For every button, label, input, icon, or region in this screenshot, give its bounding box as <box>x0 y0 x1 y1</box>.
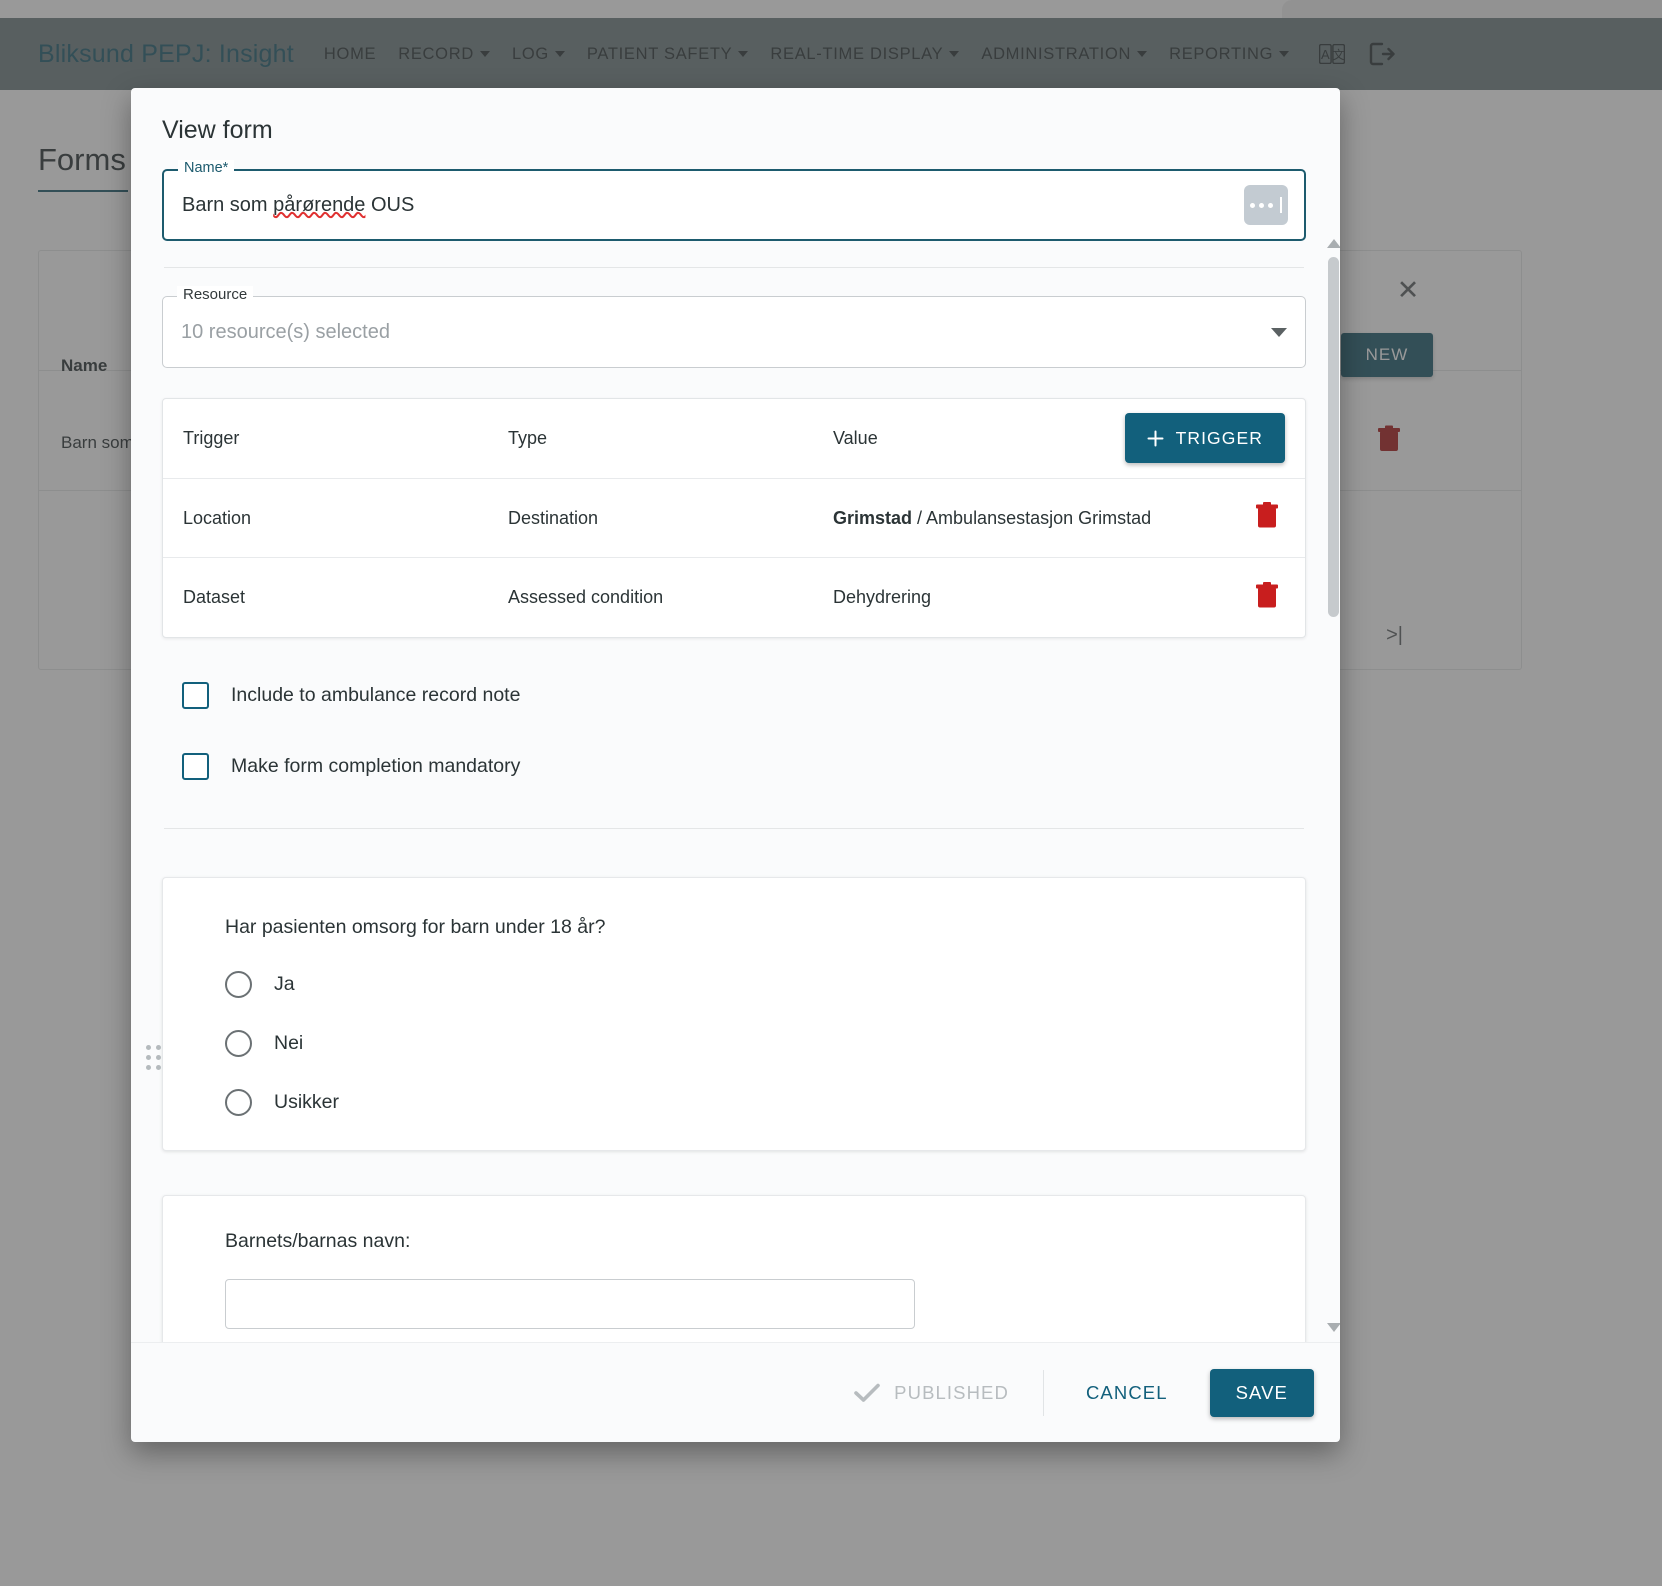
radio-button[interactable] <box>225 1089 252 1116</box>
name-value-misspelled: pårørende <box>273 193 366 216</box>
dot <box>1259 202 1264 208</box>
add-trigger-button-label: TRIGGER <box>1175 427 1263 448</box>
radio-option-label: Nei <box>274 1032 304 1054</box>
name-value-tail: OUS <box>365 193 415 216</box>
question-card[interactable]: Barnets/barnas navn: <box>162 1195 1306 1342</box>
checkbox-label: Include to ambulance record note <box>231 684 521 706</box>
column-header-trigger: Trigger <box>183 428 240 448</box>
published-label: PUBLISHED <box>894 1381 1009 1403</box>
checkbox-box[interactable] <box>182 753 209 780</box>
trigger-cell: Dataset <box>183 587 246 607</box>
question-card[interactable]: Har pasienten omsorg for barn under 18 å… <box>162 877 1306 1151</box>
trash-icon[interactable] <box>1255 581 1279 614</box>
save-button[interactable]: SAVE <box>1209 1368 1314 1417</box>
dot <box>156 1045 161 1050</box>
divider <box>164 267 1304 268</box>
drag-handle-icon[interactable] <box>146 1045 161 1070</box>
divider <box>164 828 1304 829</box>
radio-option-ja[interactable]: Ja <box>225 971 1305 998</box>
table-row[interactable]: Dataset Assessed condition Dehydrering <box>163 558 1305 637</box>
trigger-table: Trigger Type Value TRIGGER Location Dest… <box>162 398 1306 638</box>
resource-select[interactable]: Resource 10 resource(s) selected <box>162 286 1306 368</box>
name-field-value: Barn som pårørende OUS <box>182 194 1244 217</box>
add-trigger-button[interactable]: TRIGGER <box>1124 413 1285 463</box>
type-cell: Assessed condition <box>508 587 664 607</box>
scrollbar-thumb[interactable] <box>1328 257 1339 617</box>
name-value-head: Barn som <box>182 193 274 216</box>
radio-button[interactable] <box>225 1030 252 1057</box>
name-field-label: Name* <box>178 160 235 176</box>
trigger-cell: Location <box>183 507 252 528</box>
name-field[interactable]: Name* Barn som pårørende OUS <box>162 160 1306 241</box>
dot <box>146 1055 151 1060</box>
scroll-down-icon[interactable] <box>1327 1323 1340 1332</box>
value-cell: Dehydrering <box>833 584 1285 610</box>
radio-option-label: Usikker <box>274 1091 340 1113</box>
question-block: Har pasienten omsorg for barn under 18 å… <box>146 877 1306 1151</box>
radio-button[interactable] <box>225 971 252 998</box>
dot <box>156 1065 161 1070</box>
radio-option-usikker[interactable]: Usikker <box>225 1089 1305 1116</box>
radio-option-label: Ja <box>274 973 295 995</box>
table-row[interactable]: Location Destination Grimstad / Ambulans… <box>163 479 1305 558</box>
view-form-dialog: View form Name* Barn som pårørende OUS R… <box>131 88 1340 1442</box>
checkbox-mandatory-completion[interactable]: Make form completion mandatory <box>162 753 1306 780</box>
trash-icon[interactable] <box>1255 502 1279 535</box>
dialog-footer: PUBLISHED CANCEL SAVE <box>131 1342 1340 1442</box>
scroll-up-icon[interactable] <box>1327 239 1340 248</box>
plus-icon <box>1147 430 1164 446</box>
dialog-title: View form <box>162 116 273 144</box>
checkbox-box[interactable] <box>182 682 209 709</box>
type-cell: Destination <box>508 507 599 528</box>
dot <box>146 1065 151 1070</box>
ellipsis-icon[interactable] <box>1244 185 1288 225</box>
checkbox-label: Make form completion mandatory <box>231 755 521 777</box>
check-icon <box>854 1383 880 1402</box>
resource-select-value: 10 resource(s) selected <box>181 320 390 343</box>
question-text: Har pasienten omsorg for barn under 18 å… <box>225 916 606 938</box>
dot <box>156 1055 161 1060</box>
dialog-scrollbar[interactable] <box>1323 239 1340 1342</box>
cancel-button[interactable]: CANCEL <box>1044 1382 1210 1404</box>
value-cell-rest: Dehydrering <box>833 587 932 608</box>
question-text-input[interactable] <box>225 1279 915 1329</box>
radio-option-nei[interactable]: Nei <box>225 1030 1305 1057</box>
value-cell: Grimstad / Ambulansestasjon Grimstad <box>833 505 1285 531</box>
value-cell-bold: Grimstad <box>833 507 913 528</box>
dot <box>146 1045 151 1050</box>
column-header-type: Type <box>508 428 548 448</box>
dot <box>1250 202 1255 208</box>
checkbox-include-record-note[interactable]: Include to ambulance record note <box>162 682 1306 709</box>
resource-select-label: Resource <box>177 286 254 303</box>
dialog-body: Name* Barn som pårørende OUS Resource 10… <box>131 153 1340 1342</box>
published-status: PUBLISHED <box>854 1382 1043 1404</box>
value-cell-rest: / Ambulansestasjon Grimstad <box>912 507 1152 528</box>
question-text: Barnets/barnas navn: <box>225 1230 411 1252</box>
chevron-down-icon[interactable] <box>1271 327 1287 337</box>
dot <box>1268 202 1273 208</box>
trigger-table-header: Trigger Type Value TRIGGER <box>163 399 1305 479</box>
text-cursor <box>1280 197 1282 213</box>
